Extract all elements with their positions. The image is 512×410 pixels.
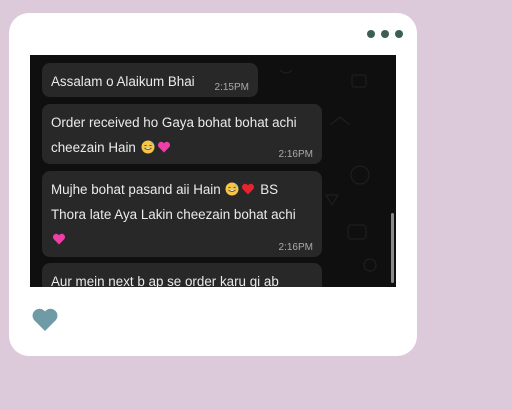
message-text: BS — [260, 182, 279, 197]
pink-heart-emoji — [52, 233, 66, 245]
message-text: Mujhe bohat pasand aii Hain — [51, 182, 221, 197]
message-text: Assalam o Alaikum Bhai — [51, 74, 195, 89]
message-text-line — [51, 227, 313, 252]
more-options-icon[interactable] — [367, 30, 403, 38]
menu-dot — [395, 30, 403, 38]
message-bubble[interactable]: Assalam o Alaikum Bhai 2:15PM — [42, 63, 258, 97]
message-text: Aur mein next b ap se order karu gi ab — [51, 274, 279, 287]
menu-dot — [367, 30, 375, 38]
pink-heart-emoji — [157, 141, 170, 153]
scrollbar[interactable] — [391, 213, 394, 283]
message-bubble[interactable]: Mujhe bohat pasand aii Hain BS Thora lat… — [42, 171, 322, 257]
message-text: Thora late Aya Lakin cheezain bohat achi — [51, 207, 296, 222]
message-bubble[interactable]: Order received ho Gaya bohat bohat achi … — [42, 104, 322, 164]
heart-icon[interactable] — [31, 307, 59, 333]
grin-sweat-emoji — [225, 182, 239, 196]
chat-screenshot: Assalam o Alaikum Bhai 2:15PM Order rece… — [30, 55, 396, 287]
message-time: 2:16PM — [278, 242, 313, 253]
message-time: 2:16PM — [278, 149, 313, 160]
grin-sweat-emoji — [141, 140, 155, 154]
message-bubble[interactable]: Aur mein next b ap se order karu gi ab — [42, 263, 322, 287]
message-text-line: cheezain Hain — [51, 135, 313, 160]
post-card: Assalam o Alaikum Bhai 2:15PM Order rece… — [9, 13, 417, 356]
message-time: 2:15PM — [214, 82, 249, 93]
message-text: Order received ho Gaya bohat bohat achi — [51, 115, 297, 130]
message-text-line: Mujhe bohat pasand aii Hain BS — [51, 177, 313, 202]
menu-dot — [381, 30, 389, 38]
message-text: cheezain Hain — [51, 140, 136, 155]
red-heart-emoji — [242, 183, 255, 195]
